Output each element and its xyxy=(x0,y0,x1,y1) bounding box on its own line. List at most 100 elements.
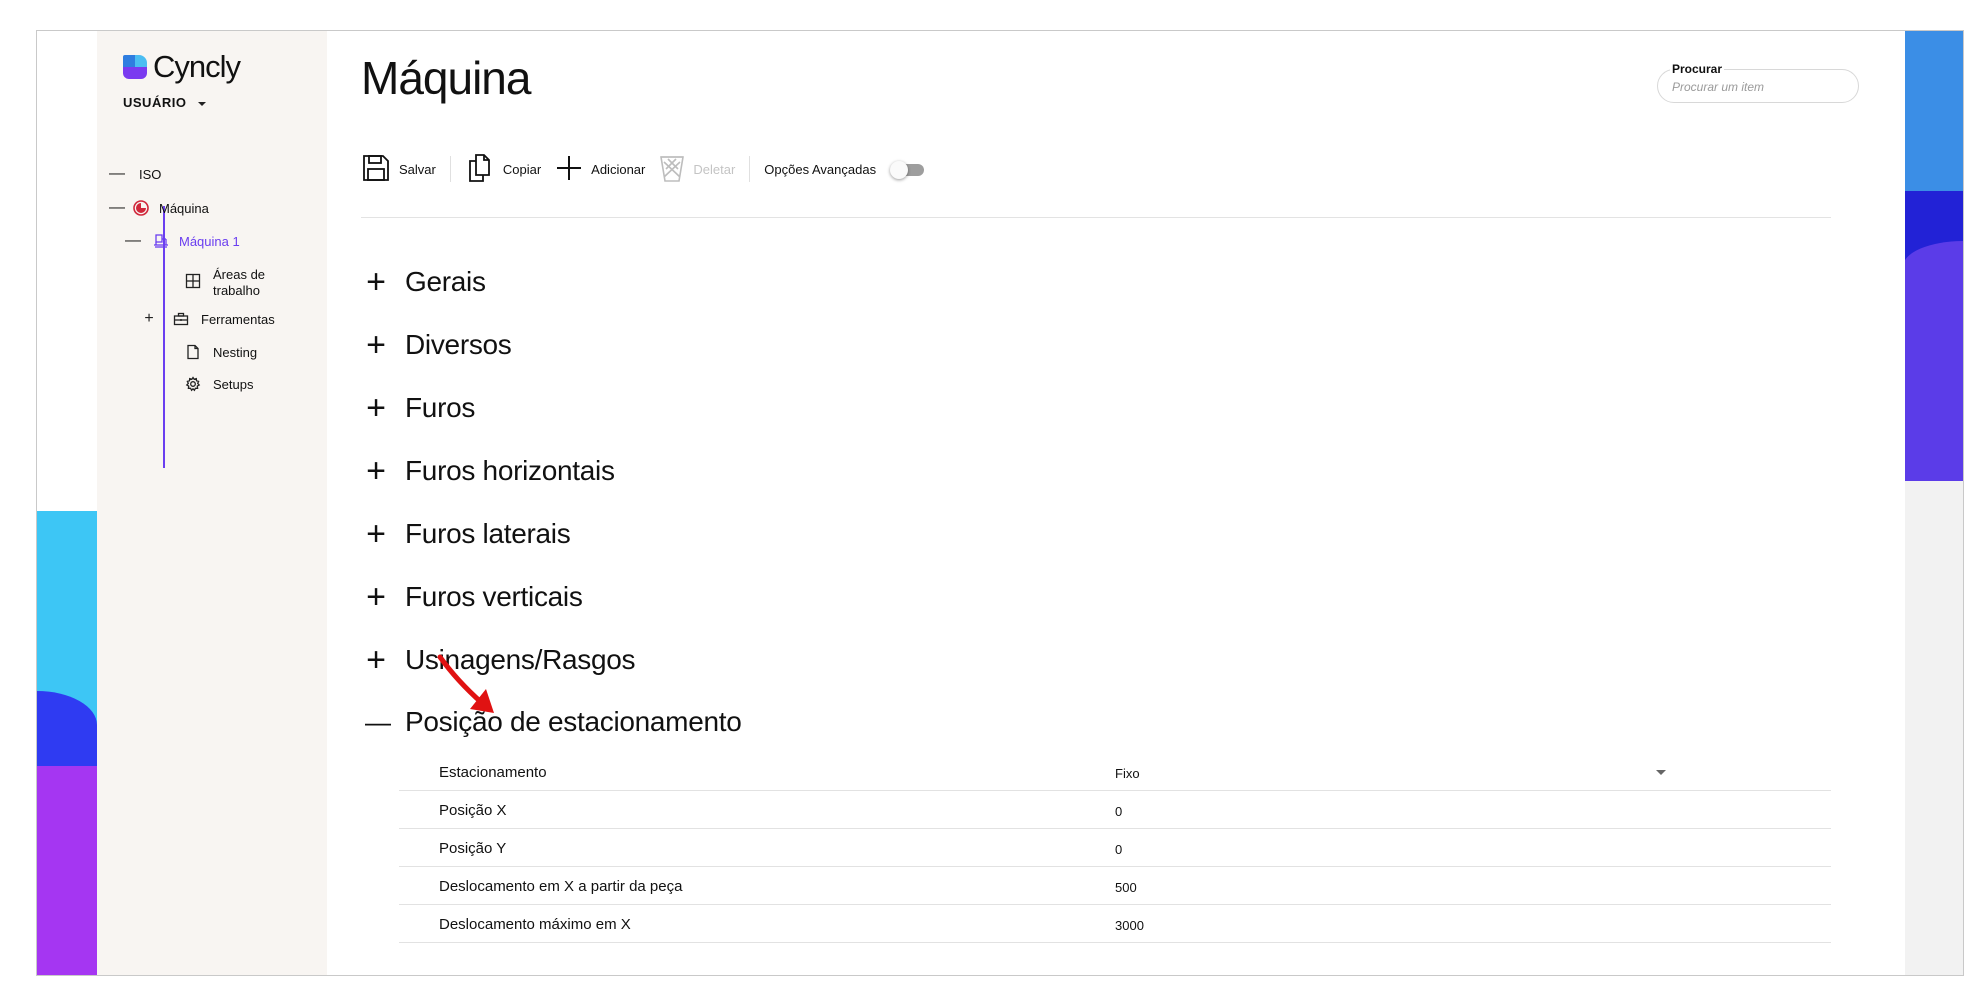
toggle-switch[interactable] xyxy=(890,161,925,179)
search-box[interactable]: Procurar xyxy=(1657,62,1859,103)
property-input-value[interactable]: 3000 xyxy=(1115,918,1144,933)
right-decorative-strip xyxy=(1903,31,1963,975)
section-diversos[interactable]: + Diversos xyxy=(365,328,512,362)
property-name: Posição Y xyxy=(439,840,507,857)
sidebar-item-areas-de-trabalho[interactable]: Áreas de trabalho xyxy=(183,267,277,299)
sidebar-item-iso[interactable]: — ISO xyxy=(109,165,161,183)
sidebar-item-setups[interactable]: Setups xyxy=(183,374,253,394)
toolbar-divider xyxy=(361,217,1831,218)
property-row: Estacionamento Fixo xyxy=(399,753,1831,791)
property-name: Deslocamento máximo em X xyxy=(439,916,631,933)
save-icon xyxy=(361,153,391,186)
section-label: Furos horizontais xyxy=(405,455,615,486)
left-decorative-strip xyxy=(37,31,97,975)
property-name: Posição X xyxy=(439,802,507,819)
gear-icon xyxy=(183,374,203,394)
decor-violet-band xyxy=(1903,241,1963,481)
sidebar-item-label: Máquina 1 xyxy=(179,233,240,249)
grid-icon xyxy=(183,271,203,291)
expand-toggle[interactable]: + xyxy=(141,310,157,328)
section-furos-horizontais[interactable]: + Furos horizontais xyxy=(365,454,615,488)
document-icon xyxy=(183,342,203,362)
collapse-icon: — xyxy=(365,707,391,737)
section-label: Furos laterais xyxy=(405,518,571,549)
decor-purple-band xyxy=(37,766,97,975)
sidebar-item-label: Áreas de trabalho xyxy=(213,267,266,298)
app-logo[interactable]: Cyncly xyxy=(123,49,241,85)
property-name: Estacionamento xyxy=(439,764,547,781)
property-input-value[interactable]: 0 xyxy=(1115,804,1122,819)
expand-icon: + xyxy=(366,326,386,364)
save-label: Salvar xyxy=(399,161,436,177)
delete-button[interactable]: Deletar xyxy=(659,153,749,186)
sidebar: Cyncly USUÁRIO — ISO — Máquina — Máquina… xyxy=(97,31,327,975)
advanced-options-label: Opções Avançadas xyxy=(764,161,877,177)
collapse-toggle[interactable]: — xyxy=(109,199,125,217)
toolbar-separator xyxy=(749,156,751,182)
logo-icon xyxy=(123,55,147,79)
section-furos[interactable]: + Furos xyxy=(365,391,475,425)
app-window: Cyncly USUÁRIO — ISO — Máquina — Máquina… xyxy=(36,30,1964,976)
section-label: Furos xyxy=(405,392,476,423)
expand-icon: + xyxy=(366,389,386,427)
trash-icon xyxy=(659,153,685,186)
sidebar-item-label: ISO xyxy=(139,166,162,182)
toolbar-separator xyxy=(449,156,451,182)
sidebar-item-maquina-1[interactable]: — Máquina 1 xyxy=(125,231,240,251)
sidebar-item-nesting[interactable]: Nesting xyxy=(183,342,257,362)
property-input-value[interactable]: 0 xyxy=(1115,842,1122,857)
property-row: Posição X 0 xyxy=(399,791,1831,829)
sidebar-item-label: Máquina xyxy=(159,200,209,216)
machine-icon xyxy=(151,231,171,251)
expand-icon: + xyxy=(366,263,386,301)
chevron-down-icon xyxy=(198,101,207,106)
logo-text: Cyncly xyxy=(153,49,241,84)
add-label: Adicionar xyxy=(591,161,646,177)
chevron-down-icon[interactable] xyxy=(1656,770,1666,775)
collapse-toggle[interactable]: — xyxy=(125,232,141,250)
search-input[interactable] xyxy=(1672,80,1842,94)
property-row: Deslocamento em X a partir da peça 500 xyxy=(399,867,1831,905)
section-label: Furos verticais xyxy=(405,581,583,612)
search-label: Procurar xyxy=(1670,62,1725,76)
decor-sky-band xyxy=(1903,31,1963,191)
property-select-value[interactable]: Fixo xyxy=(1115,766,1140,781)
advanced-options-toggle[interactable]: Opções Avançadas xyxy=(764,161,938,179)
plus-icon xyxy=(555,154,583,185)
section-label: Diversos xyxy=(405,329,512,360)
sidebar-item-label: Setups xyxy=(213,376,254,392)
machine-logo-icon xyxy=(131,198,151,218)
property-row: Posição Y 0 xyxy=(399,829,1831,867)
page-title: Máquina xyxy=(361,52,531,104)
expand-icon: + xyxy=(366,452,386,490)
section-posicao-de-estacionamento[interactable]: — Posição de estacionamento xyxy=(365,706,742,738)
expand-icon: + xyxy=(366,641,386,679)
section-label: Gerais xyxy=(405,266,486,297)
copy-icon xyxy=(465,153,495,186)
expand-icon: + xyxy=(366,578,386,616)
property-input-value[interactable]: 500 xyxy=(1115,880,1137,895)
section-furos-laterais[interactable]: + Furos laterais xyxy=(365,515,571,553)
sidebar-item-label: Ferramentas xyxy=(201,311,275,327)
sidebar-item-ferramentas[interactable]: + Ferramentas xyxy=(141,309,275,329)
user-menu-label: USUÁRIO xyxy=(123,95,187,110)
main-content: Máquina Procurar Salvar xyxy=(327,31,1905,975)
annotation-arrow-icon xyxy=(437,654,494,713)
properties-table: Estacionamento Fixo Posição X 0 Posição … xyxy=(399,753,1831,943)
copy-label: Copiar xyxy=(502,161,542,177)
save-button[interactable]: Salvar xyxy=(361,153,450,186)
section-furos-verticais[interactable]: + Furos verticais xyxy=(365,580,583,614)
sidebar-item-label: Nesting xyxy=(213,344,258,360)
toolbar: Salvar Copiar Adicionar Deletar Opções A… xyxy=(361,149,938,189)
sidebar-item-maquina[interactable]: — Máquina xyxy=(109,198,209,218)
expand-icon: + xyxy=(366,515,386,553)
copy-button[interactable]: Copiar xyxy=(465,153,555,186)
collapse-toggle[interactable]: — xyxy=(109,165,125,183)
user-menu[interactable]: USUÁRIO xyxy=(123,95,207,110)
section-gerais[interactable]: + Gerais xyxy=(365,265,486,299)
property-name: Deslocamento em X a partir da peça xyxy=(439,878,683,895)
property-row: Deslocamento máximo em X 3000 xyxy=(399,905,1831,943)
delete-label: Deletar xyxy=(693,161,736,177)
add-button[interactable]: Adicionar xyxy=(555,154,659,185)
toolbox-icon xyxy=(171,309,191,329)
